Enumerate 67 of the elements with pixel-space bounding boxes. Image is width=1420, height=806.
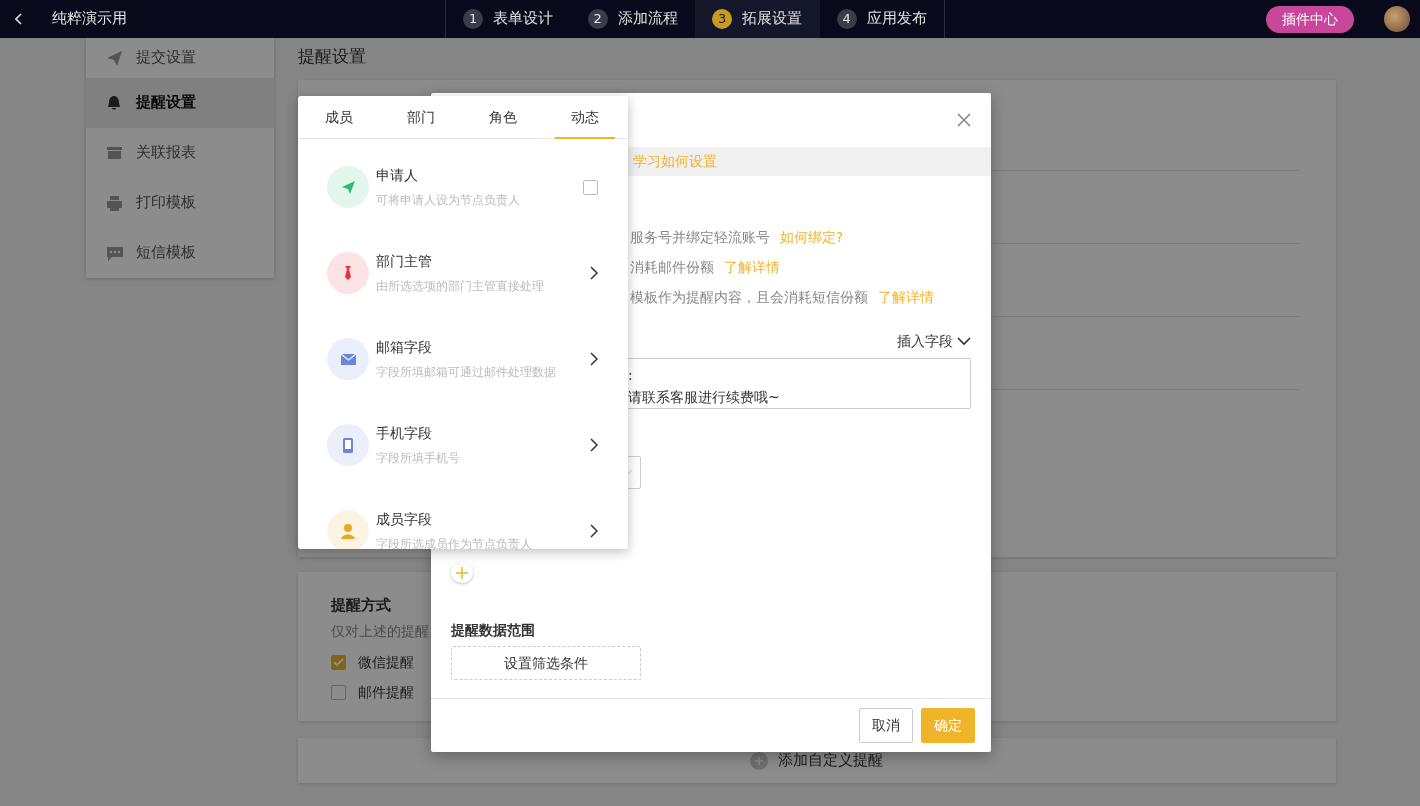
step-label: 应用发布 bbox=[866, 9, 927, 29]
checkbox[interactable] bbox=[331, 654, 346, 670]
picker-item[interactable]: 部门主管 由所选选项的部门主管直接处理 bbox=[298, 230, 628, 316]
checkbox-label: 邮件提醒 bbox=[358, 682, 414, 702]
plugin-center-button[interactable]: 插件中心 bbox=[1266, 5, 1354, 33]
chevron-right-icon bbox=[590, 352, 598, 366]
envelope-icon bbox=[340, 353, 356, 365]
item-title: 手机字段 bbox=[376, 424, 433, 443]
sidebar-item[interactable]: 短信模板 bbox=[86, 228, 274, 278]
sidebar-item[interactable]: 提醒设置 bbox=[86, 78, 274, 128]
avatar[interactable] bbox=[1384, 6, 1410, 32]
person-icon bbox=[341, 523, 355, 539]
chevron-right-icon bbox=[590, 524, 598, 538]
picker-item[interactable]: 申请人 可将申请人设为节点负责人 bbox=[298, 144, 628, 230]
chevron-right-icon bbox=[590, 266, 598, 280]
back-icon[interactable] bbox=[15, 13, 23, 25]
cancel-button[interactable]: 取消 bbox=[859, 707, 913, 743]
chat-icon bbox=[106, 244, 124, 262]
step-label: 添加流程 bbox=[617, 9, 678, 29]
phone-icon bbox=[343, 437, 353, 453]
chevron-right-icon bbox=[590, 438, 598, 452]
hint-text: 模板作为提醒内容，且会消耗短信份额 bbox=[630, 288, 868, 308]
plus-icon bbox=[456, 566, 468, 579]
add-reminder-label: 添加自定义提醒 bbox=[778, 750, 883, 772]
app-title: 纯粹演示用 bbox=[52, 9, 127, 29]
checkbox-label: 微信提醒 bbox=[358, 652, 414, 672]
step-tab[interactable]: 1 表单设计 bbox=[446, 0, 571, 38]
item-title: 部门主管 bbox=[376, 252, 433, 271]
report-icon bbox=[106, 144, 124, 162]
item-title: 邮箱字段 bbox=[376, 338, 433, 357]
paper-plane-icon bbox=[106, 49, 124, 67]
step-label: 拓展设置 bbox=[742, 9, 803, 29]
close-icon[interactable] bbox=[957, 113, 971, 128]
tab[interactable]: 动态 bbox=[555, 96, 615, 139]
sidebar-item[interactable]: 打印模板 bbox=[86, 178, 274, 228]
step-tab[interactable]: 4 应用发布 bbox=[819, 0, 944, 38]
checkbox[interactable] bbox=[583, 179, 598, 195]
item-title: 申请人 bbox=[376, 166, 419, 185]
step-number: 3 bbox=[712, 9, 733, 29]
item-description: 可将申请人设为节点负责人 bbox=[376, 192, 521, 209]
item-description: 字段所填手机号 bbox=[376, 450, 461, 467]
tab[interactable]: 成员 bbox=[298, 96, 380, 139]
step-number: 1 bbox=[463, 9, 484, 29]
tab[interactable]: 角色 bbox=[462, 96, 544, 139]
section-title: 提醒方式 bbox=[331, 595, 392, 616]
checkbox[interactable] bbox=[331, 684, 346, 700]
chevron-down-icon bbox=[957, 336, 971, 346]
page-title: 提醒设置 bbox=[298, 45, 367, 68]
sidebar-item[interactable]: 提交设置 bbox=[86, 38, 274, 78]
item-description: 由所选选项的部门主管直接处理 bbox=[376, 278, 545, 295]
step-tab[interactable]: 3 拓展设置 bbox=[695, 0, 820, 38]
hint-text: 消耗邮件份额 bbox=[630, 258, 714, 278]
printer-icon bbox=[106, 194, 124, 212]
step-number: 2 bbox=[587, 9, 608, 29]
tie-icon bbox=[345, 266, 351, 280]
step-label: 表单设计 bbox=[493, 9, 554, 29]
step-tab[interactable]: 2 添加流程 bbox=[570, 0, 695, 38]
item-title: 成员字段 bbox=[376, 510, 433, 529]
filter-button[interactable]: 设置筛选条件 bbox=[451, 646, 641, 680]
hint-text: 服务号并绑定轻流账号 bbox=[630, 228, 770, 248]
insert-field-dropdown[interactable]: 插入字段 bbox=[897, 330, 971, 352]
step-number: 4 bbox=[836, 9, 857, 29]
paper-plane-icon bbox=[341, 180, 355, 194]
field-label: 提醒数据范围 bbox=[451, 621, 536, 640]
add-button[interactable] bbox=[451, 561, 473, 584]
tab[interactable]: 部门 bbox=[380, 96, 462, 139]
sidebar-item[interactable]: 关联报表 bbox=[86, 128, 274, 178]
